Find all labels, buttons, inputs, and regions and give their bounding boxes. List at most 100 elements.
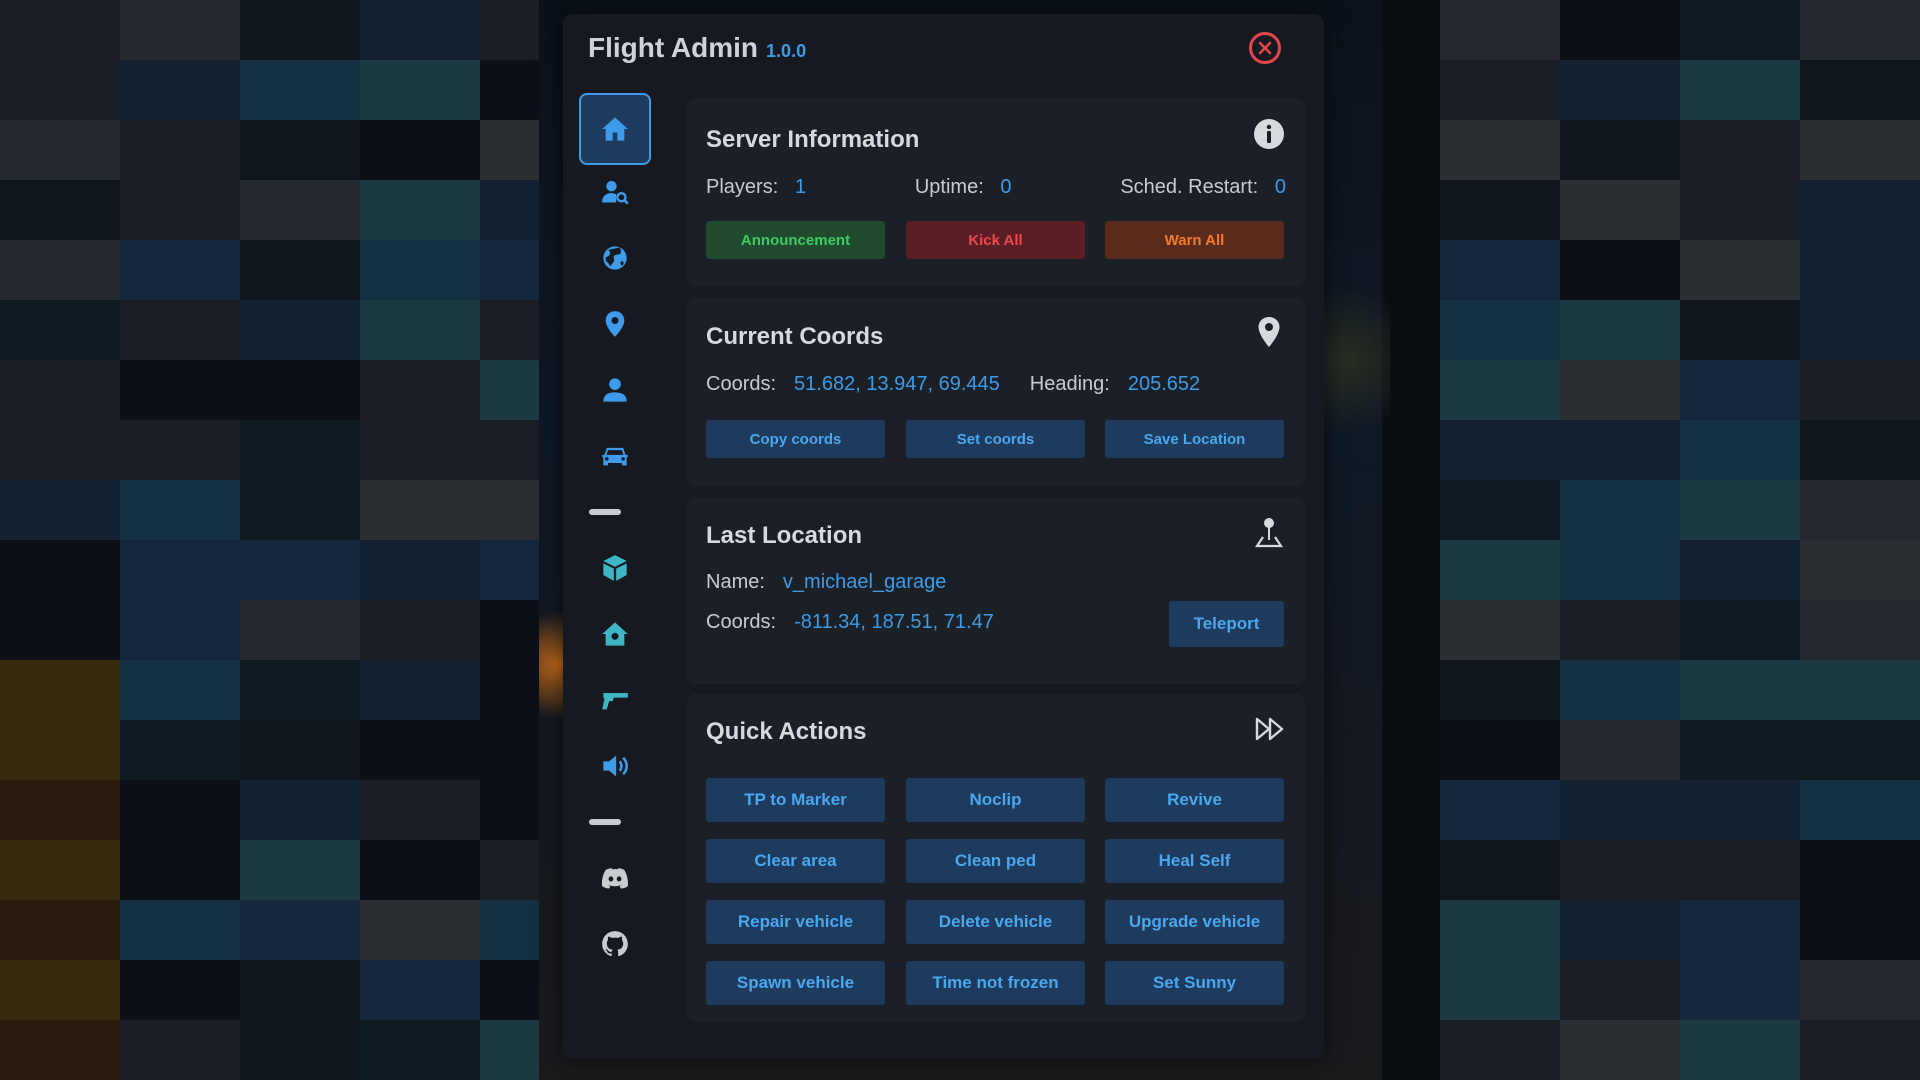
backdrop-tile: [120, 840, 240, 900]
backdrop-tile: [360, 720, 480, 780]
backdrop-tile: [120, 900, 240, 960]
copy-coords-button[interactable]: Copy coords: [706, 420, 885, 458]
backdrop-tile: [360, 660, 480, 720]
backdrop-tile: [1560, 780, 1680, 840]
quick-action-button[interactable]: Upgrade vehicle: [1105, 900, 1284, 944]
server-stats-row: Players: 1 Uptime: 0 Sched. Restart: 0: [706, 176, 1286, 199]
sidebar-item-home[interactable]: [579, 93, 651, 165]
backdrop-tile: [240, 240, 360, 300]
backdrop-tile: [1800, 780, 1920, 840]
backdrop-tile: [1440, 360, 1560, 420]
sidebar-separator: [579, 799, 651, 845]
quick-action-button[interactable]: Spawn vehicle: [706, 961, 885, 1005]
set-coords-button[interactable]: Set coords: [906, 420, 1085, 458]
backdrop-tile: [120, 420, 240, 480]
quick-action-button[interactable]: Clear area: [706, 839, 885, 883]
kick-all-button[interactable]: Kick All: [906, 221, 1085, 259]
backdrop-tile: [1560, 300, 1680, 360]
quick-action-button[interactable]: TP to Marker: [706, 778, 885, 822]
sidebar-item-world[interactable]: [579, 225, 651, 291]
backdrop-tile: [1560, 240, 1680, 300]
teleport-button[interactable]: Teleport: [1169, 601, 1284, 647]
backdrop-tile: [360, 900, 480, 960]
quick-action-button[interactable]: Heal Self: [1105, 839, 1284, 883]
sidebar-item-housing[interactable]: [579, 601, 651, 667]
players-value: 1: [794, 176, 807, 198]
sidebar-item-discord[interactable]: [579, 845, 651, 911]
backdrop-tile: [1560, 960, 1680, 1020]
quick-action-button[interactable]: Noclip: [906, 778, 1085, 822]
user-icon: [603, 378, 627, 402]
backdrop-tile: [1560, 120, 1680, 180]
restart-value: 0: [1274, 176, 1286, 198]
backdrop-tile: [1680, 780, 1800, 840]
backdrop-tile: [360, 360, 480, 420]
backdrop-tile: [360, 420, 480, 480]
warn-all-button[interactable]: Warn All: [1105, 221, 1284, 259]
backdrop-tile: [0, 960, 120, 1020]
backdrop-tile: [240, 660, 360, 720]
sidebar-item-audio[interactable]: [579, 733, 651, 799]
backdrop-tile: [1800, 480, 1920, 540]
app-title: Flight Admin: [588, 32, 759, 63]
quick-action-button[interactable]: Time not frozen: [906, 961, 1085, 1005]
location-coords-row: Coords: -811.34, 187.51, 71.47: [706, 611, 994, 634]
quick-action-button[interactable]: Set Sunny: [1105, 961, 1284, 1005]
backdrop-tile: [240, 360, 360, 420]
backdrop-tile: [1560, 0, 1680, 60]
backdrop-tile: [1680, 60, 1800, 120]
backdrop-tile: [240, 1020, 360, 1080]
sidebar-item-locations[interactable]: [579, 291, 651, 357]
sidebar-item-vehicles[interactable]: [579, 423, 651, 489]
backdrop-tile: [1440, 180, 1560, 240]
backdrop-tile: [1560, 600, 1680, 660]
sidebar-item-objects[interactable]: [579, 535, 651, 601]
backdrop-tile: [120, 120, 240, 180]
backdrop-tile: [240, 0, 360, 60]
heading-value: 205.652: [1127, 373, 1201, 395]
backdrop-tile: [1440, 540, 1560, 600]
server-info-card: Server Information Players: 1 Uptime: 0 …: [687, 98, 1305, 287]
backdrop-tile: [360, 600, 480, 660]
backdrop-tile: [1440, 780, 1560, 840]
backdrop-tile: [120, 240, 240, 300]
backdrop-tile: [360, 120, 480, 180]
backdrop-tile: [1800, 180, 1920, 240]
title-bar: Flight Admin 1.0.0: [588, 32, 806, 72]
backdrop-tile: [1800, 300, 1920, 360]
quick-action-button[interactable]: Repair vehicle: [706, 900, 885, 944]
sidebar-separator: [579, 489, 651, 535]
sidebar-item-weapons[interactable]: [579, 667, 651, 733]
quick-action-button[interactable]: Delete vehicle: [906, 900, 1085, 944]
sidebar-item-github[interactable]: [579, 911, 651, 977]
info-icon[interactable]: [1253, 118, 1285, 150]
quick-action-button[interactable]: Revive: [1105, 778, 1284, 822]
backdrop-tile: [240, 780, 360, 840]
volume-icon: [603, 755, 628, 777]
backdrop-tile: [0, 660, 120, 720]
save-location-button[interactable]: Save Location: [1105, 420, 1284, 458]
server-info-title: Server Information: [706, 126, 920, 153]
backdrop-tile: [1680, 1020, 1800, 1080]
backdrop-tile: [0, 780, 120, 840]
backdrop-tile: [120, 60, 240, 120]
quick-action-button[interactable]: Clean ped: [906, 839, 1085, 883]
backdrop-tile: [1560, 900, 1680, 960]
backdrop-tile: [1440, 60, 1560, 120]
backdrop-tile: [1560, 480, 1680, 540]
close-button[interactable]: [1249, 32, 1281, 64]
backdrop-tile: [1440, 480, 1560, 540]
backdrop-tile: [1440, 120, 1560, 180]
backdrop-tile: [240, 840, 360, 900]
announcement-button[interactable]: Announcement: [706, 221, 885, 259]
app-version: 1.0.0: [766, 41, 807, 61]
backdrop-tile: [1680, 900, 1800, 960]
backdrop-tile: [1800, 120, 1920, 180]
coords-row: Coords: 51.682, 13.947, 69.445 Heading: …: [706, 373, 1200, 396]
backdrop-tile: [1440, 660, 1560, 720]
sidebar-item-players[interactable]: [579, 159, 651, 225]
backdrop-tile: [1440, 600, 1560, 660]
uptime-label: Uptime:: [914, 176, 984, 198]
sidebar-item-self[interactable]: [579, 357, 651, 423]
backdrop-tile: [1560, 1020, 1680, 1080]
